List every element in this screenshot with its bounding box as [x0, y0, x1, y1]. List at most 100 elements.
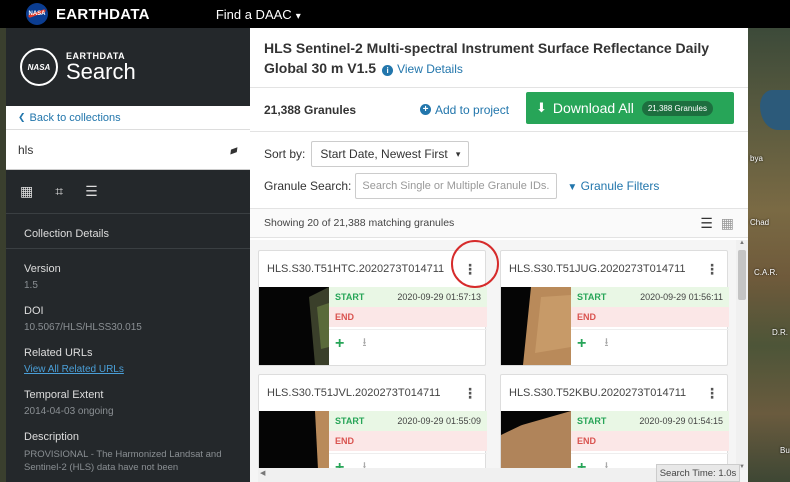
download-all-label: Download All: [552, 100, 634, 116]
map-label: Chad: [750, 218, 770, 227]
end-row: END: [571, 307, 729, 327]
info-icon[interactable]: i: [382, 65, 394, 76]
highlight-circle: [451, 240, 499, 288]
sidebar-header: NASA EARTHDATA Search: [6, 28, 250, 106]
end-label: END: [577, 436, 597, 446]
view-related-urls-link[interactable]: View All Related URLs: [24, 364, 236, 375]
temporal-label: Temporal Extent: [24, 389, 104, 401]
table-view-icon[interactable]: ▦: [721, 215, 734, 232]
earthdata-search-title[interactable]: EARTHDATA Search: [66, 51, 136, 83]
kebab-menu-icon[interactable]: ⋮: [705, 261, 719, 278]
start-label: START: [577, 292, 607, 302]
sort-row: Sort by: Start Date, Newest First ▾: [250, 138, 748, 170]
related-urls-label: Related URLs: [24, 347, 93, 359]
details-header: Collection Details: [6, 214, 250, 249]
add-granule-icon[interactable]: +: [577, 335, 586, 353]
kebab-menu-icon[interactable]: ⋮: [463, 385, 477, 402]
thumbnail-image: [523, 287, 571, 365]
start-value: 2020-09-29 01:57:13: [397, 292, 481, 302]
granule-id: HLS.S30.T51JVL.2020273T014711: [267, 387, 441, 399]
top-navbar: NASA EARTHDATA Find a DAAC ▾: [0, 0, 790, 28]
start-value: 2020-09-29 01:55:09: [397, 416, 481, 426]
granule-actions-row: + ⭳: [329, 329, 487, 357]
end-row: END: [571, 431, 729, 451]
granule-meta: START 2020-09-29 01:56:11 END + ⭳: [571, 287, 729, 365]
chevron-down-icon: ▾: [455, 148, 461, 159]
eraser-icon[interactable]: ▰: [227, 141, 240, 157]
list-view-icon[interactable]: ☰: [700, 215, 713, 232]
nasa-search-logo-icon[interactable]: NASA: [20, 48, 58, 86]
granule-card[interactable]: HLS.S30.T51JUG.2020273T014711 ⋮ START 2020…: [500, 250, 729, 366]
collection-search-field[interactable]: hls ▰: [6, 130, 250, 170]
temporal-value: 2014-04-03 ongoing: [24, 406, 114, 417]
add-to-project-button[interactable]: + Add to project: [420, 103, 509, 117]
granule-search-row: Granule Search: ▼ Granule Filters: [250, 170, 748, 202]
sort-value: Start Date, Newest First: [320, 147, 448, 161]
find-daac-menu[interactable]: Find a DAAC ▾: [216, 7, 301, 22]
granule-card-header: HLS.S30.T51JUG.2020273T014711 ⋮: [501, 251, 727, 287]
version-value: 1.5: [24, 280, 38, 291]
granule-card-header: HLS.S30.T51JVL.2020273T014711 ⋮: [259, 375, 485, 411]
chevron-left-icon: ❮: [18, 112, 26, 122]
granule-actions: 21,388 Granules + Add to project ⬇ Downlo…: [250, 88, 748, 132]
start-row: START 2020-09-29 01:57:13: [329, 287, 487, 307]
sort-select[interactable]: Start Date, Newest First ▾: [311, 141, 470, 167]
granule-id: HLS.S30.T51JUG.2020273T014711: [509, 263, 686, 275]
back-label: Back to collections: [29, 111, 121, 124]
granule-meta: START 2020-09-29 01:57:13 END + ⭳: [329, 287, 487, 365]
start-row: START 2020-09-29 01:55:09: [329, 411, 487, 431]
doi-value: 10.5067/HLS/HLSS30.015: [24, 322, 142, 333]
granule-filters-button[interactable]: ▼ Granule Filters: [567, 179, 659, 193]
granule-card[interactable]: HLS.S30.T51JVL.2020273T014711 ⋮ START 2020…: [258, 374, 487, 482]
showing-count: Showing 20 of 21,388 matching granules: [264, 217, 455, 229]
doi-label: DOI: [24, 305, 44, 317]
start-row: START 2020-09-29 01:54:15: [571, 411, 729, 431]
collection-title-bar: HLS Sentinel-2 Multi-spectral Instrument…: [250, 28, 748, 88]
back-to-collections-link[interactable]: ❮ Back to collections: [6, 106, 250, 130]
kebab-menu-icon[interactable]: ⋮: [705, 385, 719, 402]
collection-details: Collection Details Version 1.5 DOI 10.50…: [6, 214, 250, 474]
map-label: D.R.: [772, 328, 788, 337]
vertical-scrollbar[interactable]: ▲ ▼: [736, 240, 748, 470]
search-query[interactable]: hls: [18, 143, 33, 157]
sliders-icon[interactable]: ☰: [85, 183, 98, 200]
collection-title: HLS Sentinel-2 Multi-spectral Instrument…: [264, 38, 734, 79]
filter-icon: ▼: [567, 182, 578, 193]
map-label: C.A.R.: [754, 268, 778, 277]
add-granule-icon[interactable]: +: [335, 335, 344, 353]
download-granule-icon[interactable]: ⭳: [604, 333, 608, 354]
granule-card-body: START 2020-09-29 01:56:11 END + ⭳: [501, 287, 729, 365]
end-row: END: [329, 431, 487, 451]
map-label: bya: [750, 154, 763, 163]
crop-icon[interactable]: ⌗: [55, 183, 63, 200]
scroll-up-icon[interactable]: ▲: [739, 240, 745, 246]
nasa-logo-icon[interactable]: NASA: [26, 3, 48, 25]
granule-search-input[interactable]: [355, 173, 558, 199]
download-icon: ⬇: [536, 100, 547, 115]
earthdata-brand[interactable]: EARTHDATA: [56, 6, 150, 23]
scroll-thumb[interactable]: [738, 250, 746, 300]
view-toggle: ☰ ▦: [700, 215, 734, 232]
map-background[interactable]: bya Chad C.A.R. D.R. Bu: [748, 28, 790, 482]
start-label: START: [335, 292, 365, 302]
download-granule-icon[interactable]: ⭳: [362, 333, 366, 354]
spatial-temporal-tools: ▦ ⌗ ☰: [6, 170, 250, 214]
nasa-logo-text: NASA: [28, 11, 46, 17]
download-count-badge: 21,388 Granules: [641, 100, 713, 116]
granule-id: HLS.S30.T52KBU.2020273T014711: [509, 387, 687, 399]
calendar-icon[interactable]: ▦: [20, 183, 33, 200]
granule-count: 21,388 Granules: [264, 102, 357, 117]
view-details-link[interactable]: View Details: [397, 62, 463, 76]
download-all-button[interactable]: ⬇ Download All 21,388 Granules: [526, 92, 734, 124]
horizontal-scrollbar[interactable]: ◀: [258, 468, 658, 482]
find-daac-label: Find a DAAC: [215, 6, 292, 22]
thumbnail-image: [309, 287, 329, 365]
end-row: END: [329, 307, 487, 327]
title-large: Search: [66, 59, 136, 84]
description-label: Description: [24, 431, 80, 443]
start-label: START: [335, 416, 365, 426]
granule-filters-label: Granule Filters: [580, 179, 660, 193]
map-water: [760, 90, 790, 130]
search-time-badge: Search Time: 1.0s: [656, 464, 740, 482]
scroll-left-icon[interactable]: ◀: [260, 469, 265, 477]
